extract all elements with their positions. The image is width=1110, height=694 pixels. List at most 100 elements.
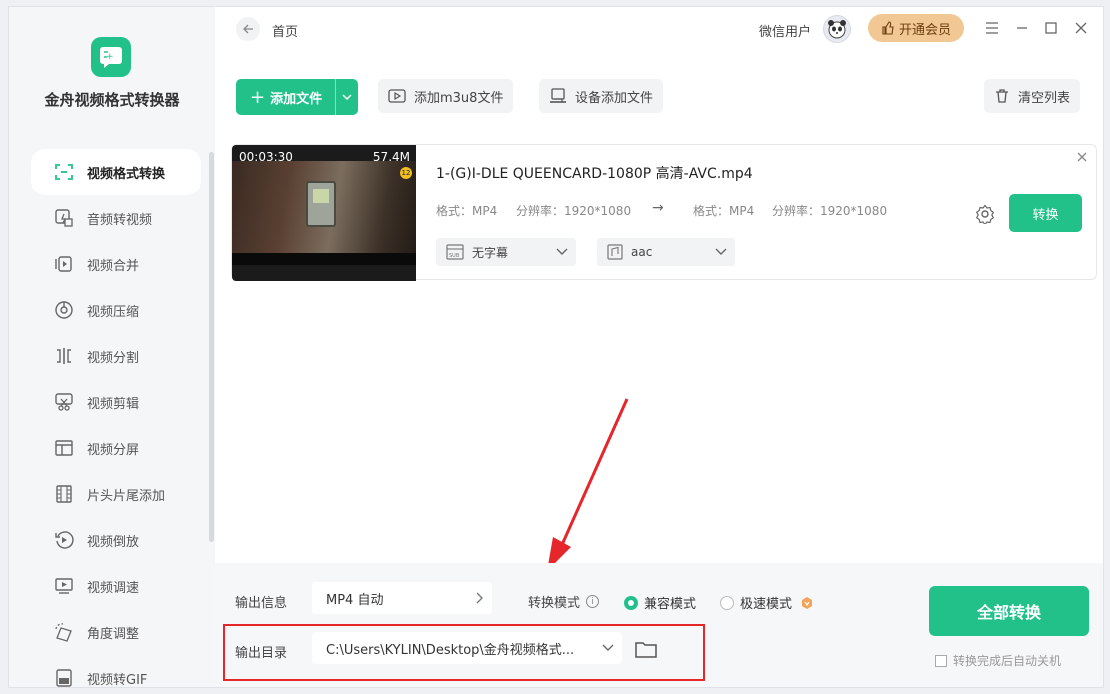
audio-value: aac: [631, 245, 653, 259]
file-name: 1-(G)I-DLE QUEENCARD-1080P 高清-AVC.mp4: [436, 166, 753, 182]
arrow-right-icon: →: [652, 200, 664, 216]
thumbnail-device: [306, 181, 336, 227]
sidebar-item-label: 视频剪辑: [87, 396, 140, 412]
sidebar-item-video-speed[interactable]: 视频调速: [31, 563, 201, 609]
sidebar-item-label: 视频转GIF: [87, 672, 148, 688]
video-duration: 00:03:30: [239, 150, 293, 164]
menu-button[interactable]: [981, 17, 1003, 39]
merge-icon: [53, 253, 75, 275]
convert-all-button[interactable]: 全部转换: [929, 586, 1089, 636]
trash-icon: [996, 89, 1008, 103]
sidebar-item-audio-to-video[interactable]: 音频转视频: [31, 195, 201, 241]
sidebar-item-video-split[interactable]: 视频分割: [31, 333, 201, 379]
checkbox-icon: [935, 654, 947, 667]
svg-text:+: +: [106, 52, 114, 62]
open-folder-button[interactable]: [633, 637, 659, 661]
panda-avatar-icon: [828, 20, 846, 39]
sidebar-item-label: 片头片尾添加: [87, 488, 166, 504]
user-name[interactable]: 微信用户: [759, 21, 811, 40]
auto-shutdown-checkbox[interactable]: 转换完成后自动关机: [935, 652, 1061, 669]
rotate-icon: [53, 621, 75, 643]
remove-file-button[interactable]: [1074, 149, 1090, 165]
output-dir-select[interactable]: C:\Users\KYLIN\Desktop\金舟视频格式...: [312, 632, 622, 664]
close-button[interactable]: [1070, 17, 1092, 39]
breadcrumb[interactable]: 首页: [272, 21, 298, 40]
convert-icon: [53, 161, 75, 183]
subtitle-select[interactable]: SUB 无字幕: [436, 238, 576, 266]
add-file-button[interactable]: + 添加文件: [236, 79, 358, 115]
convert-mode-label: 转换模式 i: [528, 592, 600, 611]
sidebar-item-label: 视频倒放: [87, 534, 140, 550]
device-icon: [550, 88, 566, 103]
info-icon[interactable]: i: [586, 595, 600, 608]
maximize-button[interactable]: [1040, 17, 1062, 39]
avatar[interactable]: [823, 15, 851, 43]
folder-icon: [635, 642, 657, 658]
sidebar-item-intro-outro[interactable]: 片头片尾添加: [31, 471, 201, 517]
mode-fast-radio[interactable]: 极速模式: [720, 593, 814, 612]
target-resolution: 分辨率：1920*1080: [772, 204, 888, 218]
add-m3u8-button[interactable]: 添加m3u8文件: [378, 79, 514, 113]
scissors-icon: [53, 391, 75, 413]
gear-icon: [975, 204, 995, 224]
chevron-down-icon: [342, 94, 352, 101]
mode-fast-label: 极速模式: [740, 597, 793, 612]
settings-button[interactable]: [974, 203, 996, 225]
sidebar-item-video-edit[interactable]: 视频剪辑: [31, 379, 201, 425]
audio-to-video-icon: [53, 207, 75, 229]
app-name: 金舟视频格式转换器: [44, 91, 180, 109]
plus-icon: +: [250, 86, 266, 108]
sidebar-item-video-reverse[interactable]: 视频倒放: [31, 517, 201, 563]
speed-icon: [53, 575, 75, 597]
split-screen-icon: [53, 437, 75, 459]
add-m3u8-label: 添加m3u8文件: [414, 90, 504, 106]
target-format: 格式：MP4: [693, 204, 755, 218]
mode-compatible-label: 兼容模式: [644, 597, 697, 612]
audio-track-select[interactable]: aac: [597, 238, 735, 266]
sidebar-item-video-split-screen[interactable]: 视频分屏: [31, 425, 201, 471]
compress-icon: [53, 299, 75, 321]
sidebar-item-label: 视频压缩: [87, 304, 140, 320]
sidebar-scrollbar[interactable]: [209, 152, 214, 542]
vip-label: 开通会员: [898, 22, 951, 38]
file-card[interactable]: 12 00:03:30 57.4M 1-(G)I-DLE QUEENCARD-1…: [231, 144, 1097, 281]
subtitle-icon: SUB: [446, 244, 464, 260]
add-file-dropdown[interactable]: [336, 93, 358, 101]
sidebar-item-angle-adjust[interactable]: 角度调整: [31, 609, 201, 655]
video-size: 57.4M: [372, 150, 410, 164]
thumbs-up-icon: [882, 21, 894, 35]
close-icon: [1077, 152, 1087, 162]
arrow-left-icon: [243, 24, 253, 34]
minimize-button[interactable]: [1011, 17, 1033, 39]
chevron-right-icon: [476, 592, 483, 604]
convert-button[interactable]: 转换: [1009, 194, 1082, 232]
chevron-down-icon: [602, 644, 614, 651]
sidebar: + 金舟视频格式转换器 视频格式转换 音频转视频 视频合并 视频压缩 视频分割 …: [9, 7, 215, 688]
sidebar-item-video-merge[interactable]: 视频合并: [31, 241, 201, 287]
add-device-file-button[interactable]: 设备添加文件: [539, 79, 664, 113]
back-button[interactable]: [236, 17, 260, 41]
audio-icon: [607, 244, 623, 260]
age-rating-badge: 12: [400, 167, 412, 179]
radio-unchecked-icon: [720, 595, 734, 610]
video-thumbnail[interactable]: 12 00:03:30 57.4M: [232, 145, 416, 281]
maximize-icon: [1045, 22, 1057, 34]
add-device-label: 设备添加文件: [575, 90, 654, 106]
chevron-down-icon: [556, 248, 568, 255]
clear-list-button[interactable]: 清空列表: [984, 79, 1081, 113]
mode-compatible-radio[interactable]: 兼容模式: [624, 593, 696, 612]
sidebar-item-video-compress[interactable]: 视频压缩: [31, 287, 201, 333]
sidebar-item-video-to-gif[interactable]: 视频转GIF: [31, 655, 201, 688]
output-format-select[interactable]: MP4 自动: [312, 582, 492, 614]
radio-checked-icon: [624, 595, 638, 610]
clear-list-label: 清空列表: [1018, 90, 1071, 106]
sidebar-nav: 视频格式转换 音频转视频 视频合并 视频压缩 视频分割 视频剪辑 视频分屏 片头…: [31, 149, 201, 688]
vip-button[interactable]: 开通会员: [868, 14, 964, 42]
close-icon: [1075, 22, 1087, 34]
sidebar-item-video-format-convert[interactable]: 视频格式转换: [31, 149, 201, 195]
add-file-label: 添加文件: [270, 91, 323, 107]
film-strip-icon: [53, 483, 75, 505]
chevron-down-icon: [715, 248, 727, 255]
minimize-icon: [1017, 27, 1027, 29]
add-file-main[interactable]: + 添加文件: [236, 79, 336, 115]
